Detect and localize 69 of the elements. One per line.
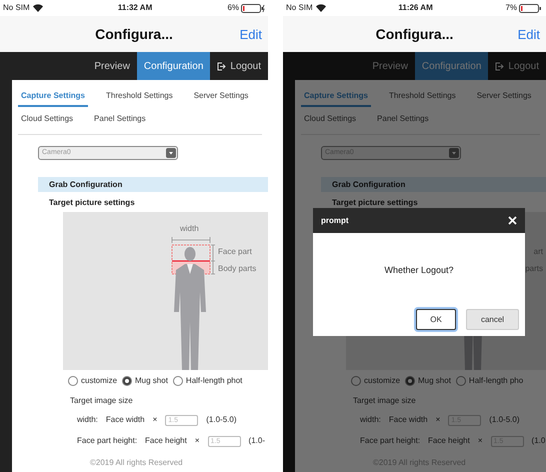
- dialog-message: Whether Logout?: [384, 264, 454, 278]
- dropdown-caret-icon: [166, 148, 176, 158]
- radio-option[interactable]: customize: [68, 375, 118, 387]
- battery-percent: 7%: [505, 2, 517, 14]
- carrier-label: No SIM: [286, 2, 313, 14]
- size-label: width:: [77, 414, 98, 426]
- settings-tab[interactable]: Cloud Settings: [301, 113, 360, 130]
- range-hint: (1.0-: [248, 435, 265, 447]
- nav-tab[interactable]: Configuration: [414, 52, 488, 80]
- radio-option[interactable]: Half-length pho: [456, 375, 524, 387]
- radio-option[interactable]: Half-length phot: [172, 375, 242, 387]
- nav-tab[interactable]: Configuration: [136, 52, 210, 80]
- logout-icon: [217, 62, 226, 70]
- close-icon[interactable]: [508, 216, 517, 225]
- size-factor: Face width: [388, 414, 428, 426]
- wifi-icon: [316, 4, 326, 12]
- nav-tab[interactable]: Logout: [210, 52, 268, 80]
- edit-button[interactable]: Edit: [240, 25, 262, 44]
- nav-tab[interactable]: Preview: [365, 52, 415, 80]
- radio-option[interactable]: Mug shot: [122, 375, 168, 387]
- section-header: Grab Configuration: [38, 177, 268, 192]
- radio-option[interactable]: Mug shot: [405, 375, 451, 387]
- clock: 11:32 AM: [118, 2, 152, 14]
- subheading: Target picture settings: [48, 197, 136, 209]
- settings-tab[interactable]: Server Settings: [190, 90, 252, 107]
- settings-tab[interactable]: Panel Settings: [374, 113, 432, 130]
- copyright: ©2019 All rights Reserved: [89, 457, 184, 469]
- settings-tab[interactable]: Cloud Settings: [18, 113, 76, 130]
- size-label: width:: [360, 414, 381, 426]
- carrier-label: No SIM: [3, 2, 30, 14]
- nav-tab[interactable]: Preview: [87, 52, 137, 80]
- battery-percent: 6%: [227, 2, 239, 14]
- region-label: Face part: [218, 246, 253, 258]
- range-hint: (1.0-5.0): [489, 414, 520, 426]
- times-sign: ×: [152, 414, 158, 426]
- dialog-button[interactable]: cancel: [466, 309, 519, 330]
- clock: 11:26 AM: [398, 2, 433, 14]
- times-sign: ×: [436, 414, 440, 426]
- edit-button[interactable]: Edit: [518, 25, 540, 44]
- times-sign: ×: [478, 435, 483, 447]
- settings-tab[interactable]: Threshold Settings: [386, 90, 459, 107]
- dropdown-caret-icon: [449, 148, 459, 158]
- size-label: Face part height:: [360, 435, 420, 447]
- dialog-button[interactable]: OK: [416, 309, 456, 330]
- region-label: Body parts: [218, 263, 256, 275]
- size-heading: Target image size: [69, 395, 134, 407]
- radio-option[interactable]: customize: [351, 375, 400, 387]
- wifi-icon: [32, 4, 43, 12]
- settings-tab[interactable]: Panel Settings: [91, 113, 149, 130]
- width-label: width: [180, 223, 199, 235]
- settings-tab[interactable]: Threshold Settings: [103, 90, 176, 107]
- dialog-title: prompt: [321, 214, 349, 226]
- size-heading: Target image size: [352, 395, 417, 407]
- page-title: Configura...: [376, 24, 454, 44]
- size-factor: Face height: [145, 435, 187, 447]
- nav-tab[interactable]: Logout: [488, 52, 546, 80]
- range-hint: (1.0-5.0): [206, 414, 236, 426]
- subheading: Target picture settings: [331, 197, 419, 209]
- size-factor: Face width: [106, 414, 145, 426]
- page-title: Configura...: [95, 24, 173, 44]
- size-label: Face part height:: [77, 435, 138, 447]
- settings-tab[interactable]: Capture Settings: [18, 90, 88, 107]
- size-factor: Face height: [428, 435, 470, 447]
- section-header: Grab Configuration: [321, 177, 546, 192]
- logout-icon: [495, 62, 504, 70]
- times-sign: ×: [194, 435, 200, 447]
- settings-tab[interactable]: Capture Settings: [301, 90, 372, 107]
- range-hint: (1.0: [532, 435, 546, 447]
- settings-tab[interactable]: Server Settings: [474, 90, 534, 107]
